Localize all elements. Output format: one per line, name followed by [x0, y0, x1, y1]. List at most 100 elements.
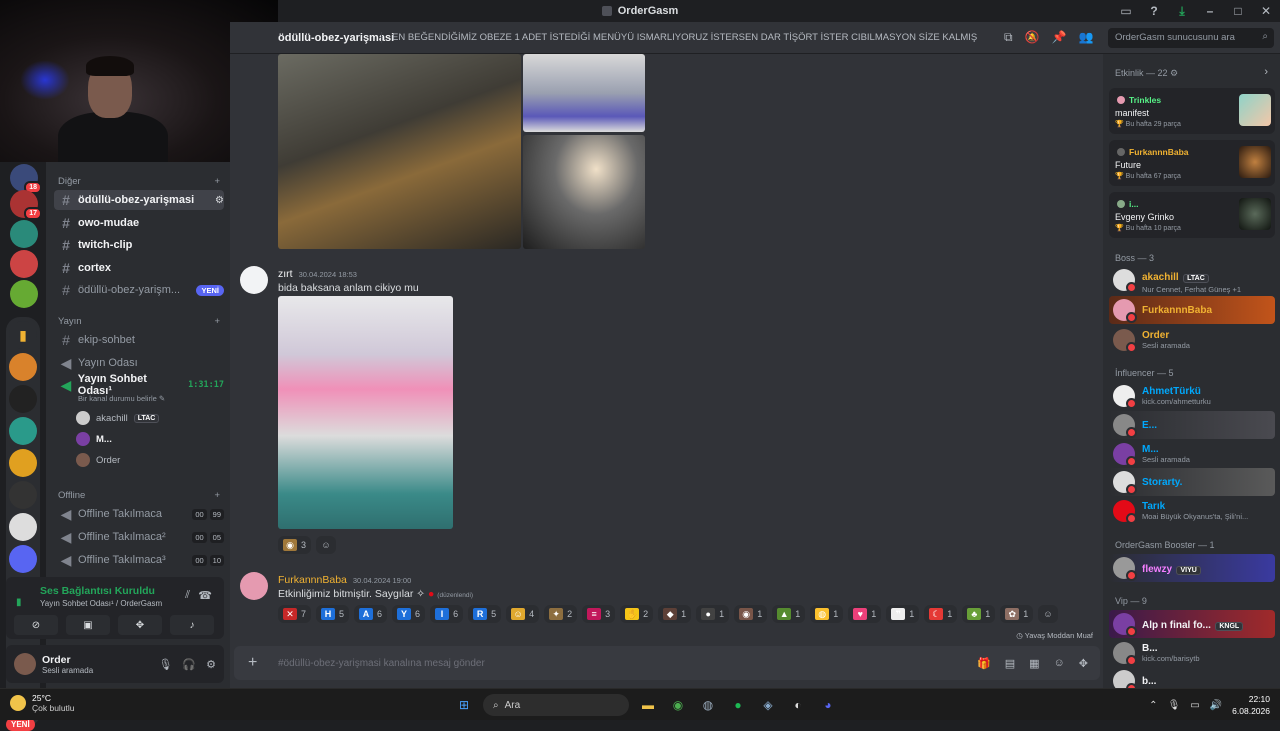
app-icon[interactable]: ◈ [757, 694, 779, 716]
channel-yayin-odasi[interactable]: ◀ Yayın Odası [54, 353, 224, 373]
add-channel-icon[interactable]: + [214, 490, 220, 501]
server-icon[interactable] [10, 280, 38, 308]
server-icon[interactable]: 17 [10, 190, 42, 220]
reaction-button[interactable]: ◉ 3 [278, 536, 312, 554]
category-stream[interactable]: Yayın + [58, 316, 220, 327]
member-item[interactable]: akachill LTAC Nur Cennet, Ferhat Güneş +1 [1109, 266, 1275, 294]
minimize-button[interactable]: – [1196, 4, 1224, 18]
add-reaction-button[interactable]: ☺ [1038, 605, 1058, 623]
avatar[interactable] [14, 653, 36, 675]
gift-icon[interactable]: 🎁 [977, 657, 991, 670]
close-button[interactable]: ✕ [1252, 4, 1280, 18]
screen-share-button[interactable]: ▣ [66, 615, 110, 635]
channel-yayin-sohbet[interactable]: ◀ Yayın Sohbet Odası¹ 1:31:17 [54, 373, 225, 397]
search-input[interactable]: OrderGasm sunucusunu ara ⌕ [1108, 27, 1274, 48]
channel-offline-2[interactable]: ◀ Offline Takılmaca² 00 05 [54, 527, 224, 547]
avatar[interactable] [240, 572, 268, 600]
composer-placeholder[interactable]: #ödüllü-obez-yarişmasi kanalına mesaj gö… [278, 658, 485, 669]
reaction-button[interactable]: R5 [468, 605, 502, 623]
server-icon[interactable] [9, 545, 37, 573]
weather-widget[interactable]: 25°C Çok bulutlu [10, 693, 75, 713]
reaction-button[interactable]: Y6 [392, 605, 426, 623]
threads-icon[interactable]: ⧉ [1004, 30, 1013, 45]
camera-button[interactable]: ⊘ [14, 615, 58, 635]
chevron-right-icon[interactable]: › [1264, 66, 1268, 78]
server-icon[interactable] [10, 220, 38, 248]
server-icon[interactable] [9, 513, 37, 541]
server-icon[interactable] [9, 449, 37, 477]
chrome-icon[interactable]: ◉ [667, 694, 689, 716]
voice-status[interactable]: Ses Bağlantısı Kuruldu [40, 585, 155, 597]
member-item[interactable]: B... kick.com/barisytb [1109, 639, 1275, 667]
message-author[interactable]: zırt [278, 268, 293, 280]
help-icon[interactable]: ? [1140, 4, 1168, 18]
reaction-button[interactable]: ≡ 3 [582, 605, 616, 623]
soundboard-button[interactable]: ♪ [170, 615, 214, 635]
reaction-button[interactable]: A6 [354, 605, 388, 623]
channel-odullu-obez[interactable]: # ödüllü-obez-yarişmasi ⚙ [54, 190, 224, 210]
member-item[interactable]: M... Sesli aramada [1109, 440, 1275, 468]
server-icon[interactable] [9, 353, 37, 381]
fridge-photo[interactable] [278, 296, 453, 529]
steam-icon[interactable]: ◍ [697, 694, 719, 716]
channel-offline-1[interactable]: ◀ Offline Takılmaca 00 99 [54, 504, 224, 524]
maximize-button[interactable]: □ [1224, 4, 1252, 18]
channel-settings-icon[interactable]: ⚙ [215, 195, 224, 206]
fridge-photo[interactable] [523, 54, 645, 132]
download-icon[interactable]: ⤓ [1168, 4, 1196, 19]
server-icon[interactable] [9, 481, 37, 509]
activity-card[interactable]: i... Evgeny Grinko 🏆 Bu hafta 10 parça [1109, 192, 1275, 238]
signal-icon[interactable]: ▮ [16, 597, 22, 608]
channel-offline-3[interactable]: ◀ Offline Takılmaca³ 00 10 [54, 550, 224, 570]
folder-icon[interactable]: ▮ [9, 321, 37, 349]
taskbar-search[interactable]: ⌕ Ara [483, 694, 629, 716]
user-name[interactable]: Order [42, 654, 93, 666]
reaction-button[interactable]: ❞ 1 [886, 605, 920, 623]
headphones-icon[interactable]: 🎧 [182, 658, 196, 671]
reaction-button[interactable]: ✕ 7 [278, 605, 312, 623]
fridge-photo[interactable] [278, 54, 521, 249]
member-item[interactable]: Order Sesli aramada [1109, 326, 1275, 354]
activity-card[interactable]: Trinkles manifest 🏆 Bu hafta 29 parça [1109, 88, 1275, 134]
gear-icon[interactable]: ⚙ [206, 658, 216, 671]
server-icon[interactable] [9, 385, 37, 413]
reaction-button[interactable]: ☺ 4 [506, 605, 540, 623]
gif-icon[interactable]: ▤ [1005, 657, 1015, 670]
message-author[interactable]: FurkannnBaba [278, 574, 347, 586]
activities-button[interactable]: ✥ [118, 615, 162, 635]
member-item[interactable]: Tarık Moai Büyük Okyanus'ta, Şili'ni... [1109, 497, 1275, 525]
add-reaction-button[interactable]: ☺ [316, 536, 337, 554]
reaction-button[interactable]: ✦ 2 [544, 605, 578, 623]
spotify-icon[interactable]: ● [727, 694, 749, 716]
channel-topic[interactable]: EN BEĞENDİĞİMİZ OBEZE 1 ADET İSTEDİĞİ ME… [381, 32, 977, 43]
microphone-icon[interactable]: 🎙 [1168, 700, 1181, 711]
pin-icon[interactable]: 📌 [1052, 30, 1067, 45]
display-icon[interactable]: ▭ [1190, 700, 1199, 711]
category-other[interactable]: Diğer + [58, 176, 220, 187]
volume-icon[interactable]: 🔊 [1210, 700, 1222, 711]
channel-twitch-clip[interactable]: # twitch-clip [54, 235, 224, 255]
reaction-button[interactable]: ☾ 1 [924, 605, 958, 623]
channel-status-hint[interactable]: Bir kanal durumu belirle ✎ [78, 394, 165, 403]
reaction-button[interactable]: I6 [430, 605, 464, 623]
reaction-button[interactable]: ♣ 1 [962, 605, 996, 623]
channel-owo-mudae[interactable]: # owo-mudae [54, 213, 224, 233]
reaction-button[interactable]: ♥ 1 [848, 605, 882, 623]
member-item[interactable]: b... [1109, 667, 1275, 688]
server-icon[interactable] [10, 250, 38, 278]
fridge-photo[interactable] [523, 135, 645, 249]
voice-user[interactable]: Order [76, 453, 120, 467]
clock[interactable]: 22:10 6.08.2026 [1232, 693, 1270, 717]
voice-user[interactable]: M... [76, 432, 112, 446]
notifications-icon[interactable]: 🔕 [1025, 30, 1040, 45]
member-item[interactable]: FurkannnBaba [1109, 296, 1275, 324]
member-item[interactable]: Alp n final fo... KNGL [1109, 610, 1275, 638]
member-item[interactable]: AhmetTürkü kick.com/ahmetturku [1109, 382, 1275, 410]
discord-icon[interactable]: ◕ [817, 694, 839, 716]
disconnect-icon[interactable]: ☎ [198, 589, 212, 602]
member-item[interactable]: flewzy VIYU [1109, 554, 1275, 582]
members-icon[interactable]: 👥 [1078, 30, 1093, 45]
add-channel-icon[interactable]: + [214, 316, 220, 327]
file-explorer-icon[interactable]: ▬ [637, 694, 659, 716]
microphone-icon[interactable]: 🎙 [158, 658, 172, 671]
